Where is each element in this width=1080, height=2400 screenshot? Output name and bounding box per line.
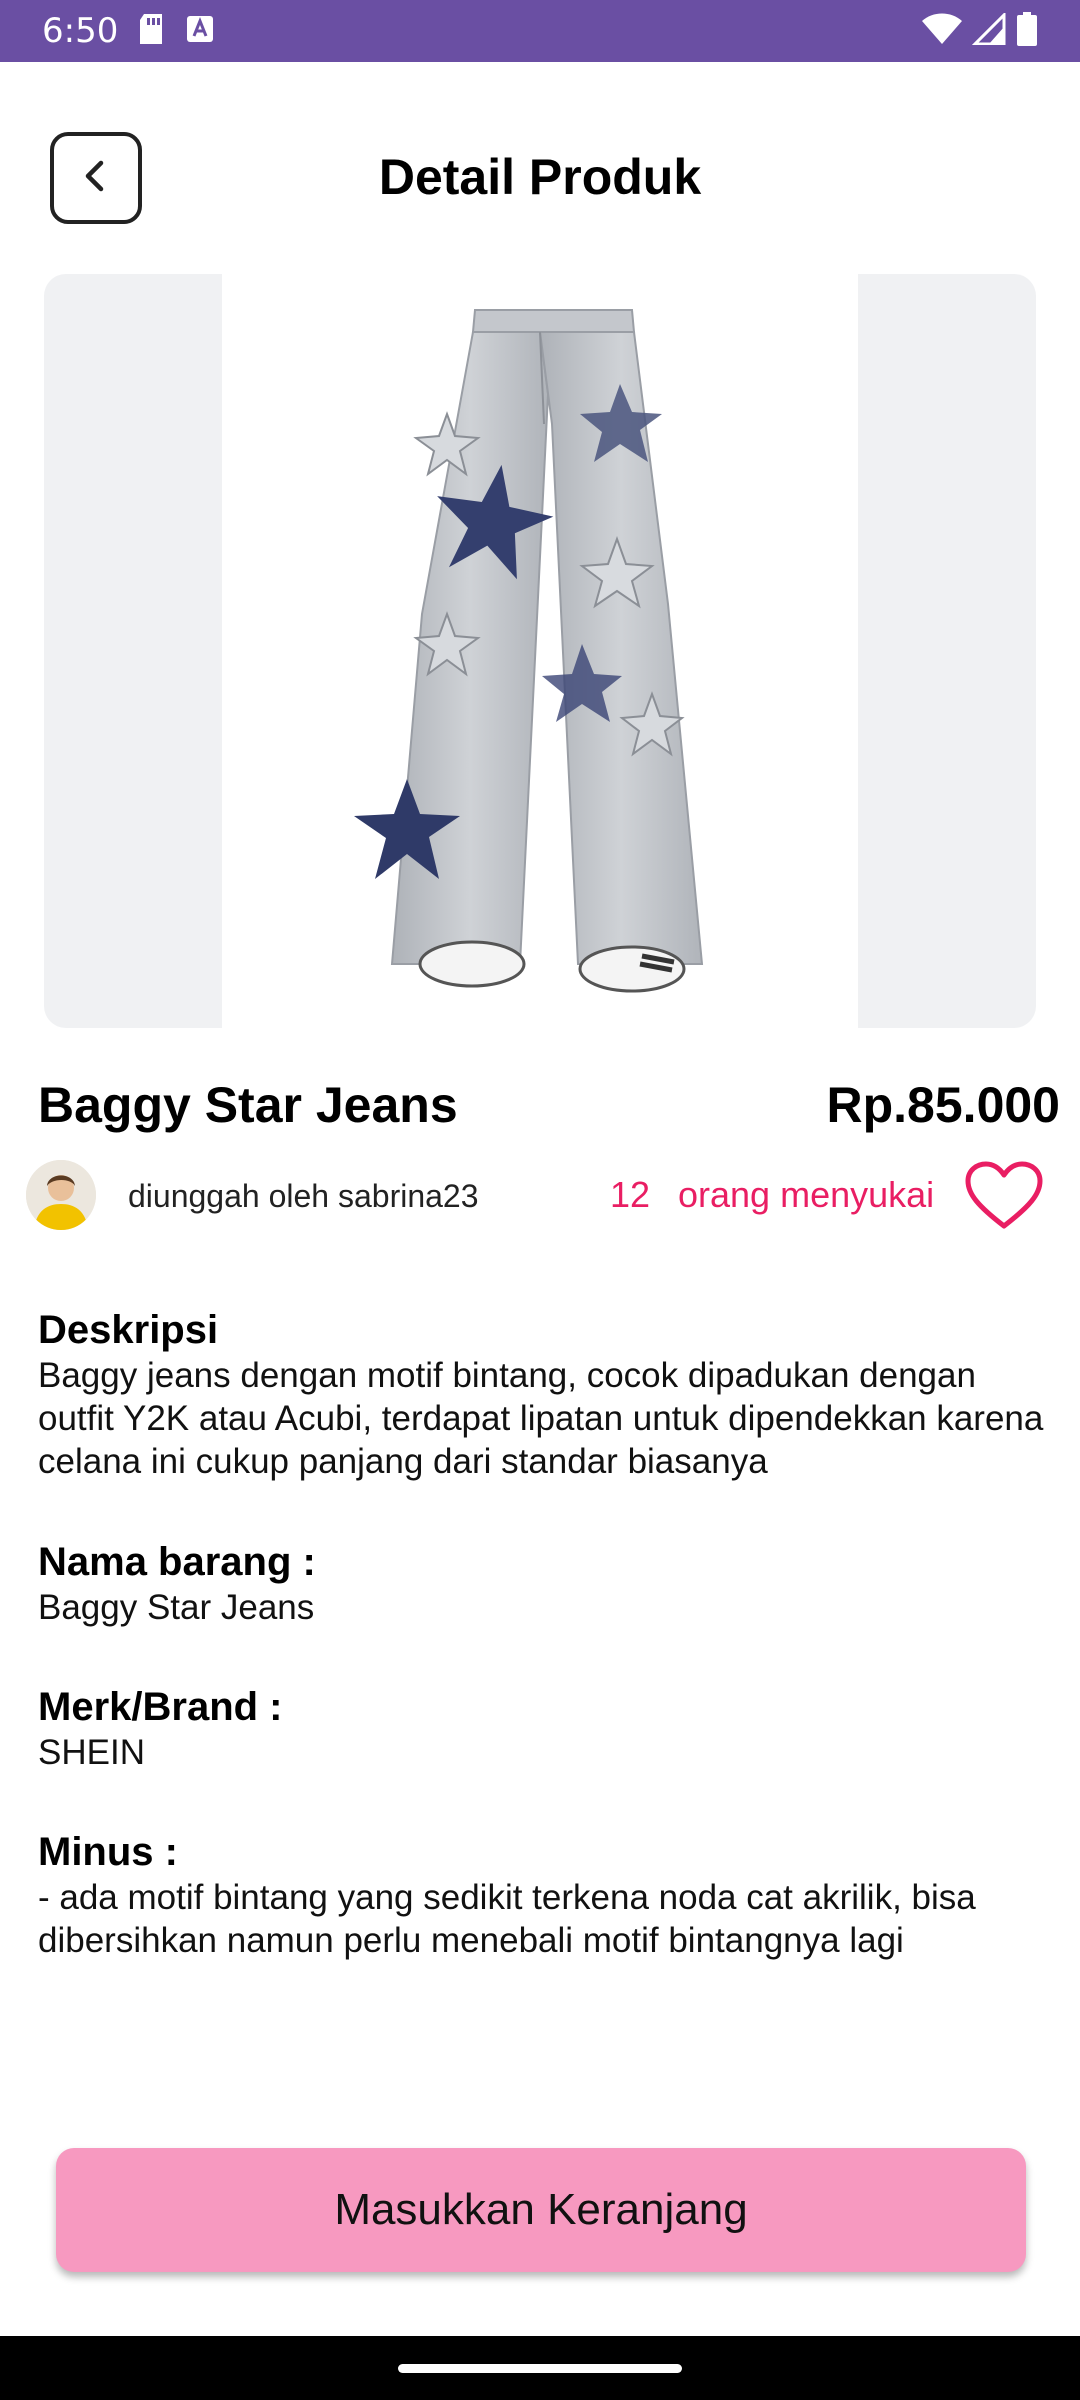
product-image xyxy=(222,274,858,1028)
status-bar: 6:50 xyxy=(0,0,1080,62)
like-count: 12 xyxy=(610,1174,651,1215)
description-heading: Deskripsi xyxy=(38,1308,219,1352)
product-price: Rp.85.000 xyxy=(826,1077,1060,1133)
brand-value: SHEIN xyxy=(38,1733,145,1772)
battery-icon xyxy=(1016,11,1038,51)
wifi-icon xyxy=(922,13,962,50)
navigation-bar xyxy=(0,2336,1080,2400)
uploader-row: diunggah oleh sabrina23 12 orang menyuka… xyxy=(0,1160,1080,1232)
description-text: Baggy jeans dengan motif bintang, cocok … xyxy=(38,1356,1044,1481)
product-name: Baggy Star Jeans xyxy=(38,1077,458,1133)
item-name-value: Baggy Star Jeans xyxy=(38,1588,315,1627)
minus-value: - ada motif bintang yang sedikit terkena… xyxy=(38,1878,976,1960)
brand-section: Merk/Brand : SHEIN xyxy=(38,1683,1048,1774)
minus-heading: Minus : xyxy=(38,1830,178,1874)
a-notification-icon xyxy=(186,15,214,48)
home-indicator[interactable] xyxy=(398,2364,682,2373)
item-name-heading: Nama barang : xyxy=(38,1540,316,1584)
item-name-section: Nama barang : Baggy Star Jeans xyxy=(38,1538,1048,1629)
heart-icon xyxy=(964,1161,1044,1236)
sd-card-icon xyxy=(138,13,164,49)
description-section: Deskripsi Baggy jeans dengan motif binta… xyxy=(38,1306,1048,1483)
uploader-text: diunggah oleh sabrina23 xyxy=(128,1178,479,1214)
likes-label: orang menyukai xyxy=(678,1174,935,1215)
status-time: 6:50 xyxy=(42,11,119,51)
page-title: Detail Produk xyxy=(378,149,702,205)
add-to-cart-button[interactable]: Masukkan Keranjang xyxy=(56,2148,1026,2272)
avatar[interactable] xyxy=(26,1160,96,1230)
product-image-carousel[interactable] xyxy=(44,274,1036,1028)
like-button[interactable] xyxy=(964,1160,1044,1232)
signal-icon xyxy=(971,10,1006,50)
brand-heading: Merk/Brand : xyxy=(38,1685,283,1729)
app-header: Detail Produk xyxy=(0,62,1080,302)
minus-section: Minus : - ada motif bintang yang sedikit… xyxy=(38,1828,1048,1962)
